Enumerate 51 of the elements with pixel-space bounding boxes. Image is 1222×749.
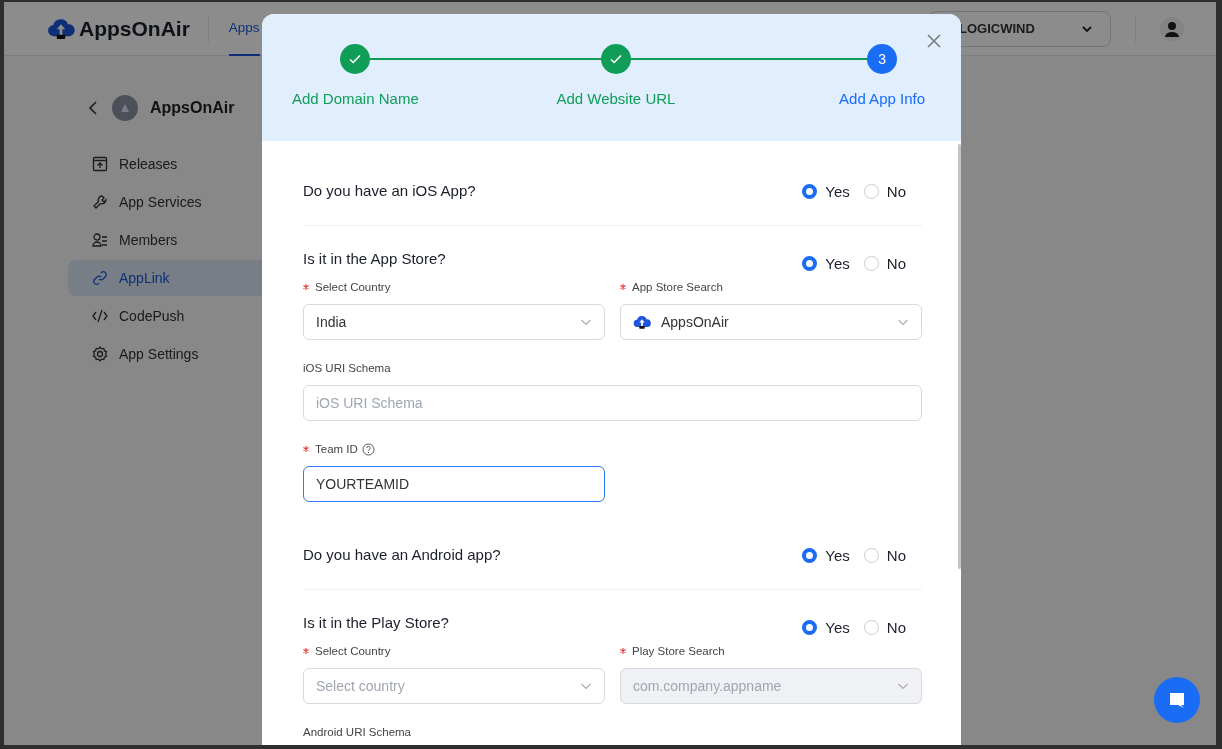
step-label: Add App Info — [839, 90, 925, 107]
settings-icon — [92, 346, 108, 362]
user-avatar[interactable] — [1160, 16, 1184, 41]
field-label: Team ID — [315, 443, 358, 455]
sidebar-item[interactable]: Releases — [68, 146, 288, 182]
step-label: Add Domain Name — [292, 90, 419, 107]
text-field[interactable]: iOS URI Schema — [303, 385, 922, 421]
sidebar-item[interactable]: CodePush — [68, 298, 288, 334]
radio-option[interactable]: No — [863, 182, 906, 200]
question-text: Is it in the Play Store? — [303, 613, 449, 633]
question-text: Is it in the App Store? — [303, 249, 446, 269]
logo-text: AppsOnAir — [79, 16, 190, 41]
radio-option[interactable]: No — [863, 618, 906, 636]
close-icon[interactable] — [927, 34, 941, 48]
upload-box-icon — [92, 156, 108, 172]
field-label: Select Country — [315, 645, 391, 657]
cloud-upload-icon — [47, 18, 75, 39]
radio-option[interactable]: No — [863, 546, 906, 564]
field-label: Select Country — [315, 281, 391, 293]
app-icon — [112, 95, 138, 121]
field-label: Android URI Schema — [303, 726, 412, 738]
radio-option[interactable]: Yes — [802, 182, 850, 200]
cloud-upload-icon — [633, 315, 651, 329]
members-icon — [92, 232, 108, 248]
select-field[interactable]: AppsOnAir — [620, 304, 922, 340]
question-text: Do you have an Android app? — [303, 545, 501, 565]
scrollbar[interactable] — [958, 144, 961, 569]
field-label: Play Store Search — [632, 645, 725, 657]
radio-option[interactable]: Yes — [802, 546, 850, 564]
sidebar-item[interactable]: App Settings — [68, 336, 288, 372]
question-text: Do you have an iOS App? — [303, 181, 476, 201]
nav-tab[interactable]: Apps — [228, 2, 260, 56]
radio-option[interactable]: Yes — [802, 254, 850, 272]
back-icon[interactable] — [88, 101, 98, 115]
sidebar-item[interactable]: App Services — [68, 184, 288, 220]
help-icon[interactable] — [361, 442, 375, 456]
step-number: 3 — [867, 44, 898, 74]
sidebar-item[interactable]: Members — [68, 222, 288, 258]
field-label: App Store Search — [632, 281, 723, 293]
select-field[interactable]: India — [303, 304, 605, 340]
chat-button[interactable] — [1154, 677, 1200, 723]
chat-bubble-icon — [1167, 690, 1187, 710]
radio-option[interactable]: No — [863, 254, 906, 272]
step-label: Add Website URL — [556, 90, 676, 107]
code-icon — [92, 308, 108, 324]
radio-option[interactable]: Yes — [802, 618, 850, 636]
text-field[interactable]: YOURTEAMID — [303, 466, 605, 502]
wrench-icon — [92, 194, 108, 210]
app-name: AppsOnAir — [150, 99, 235, 117]
field-label: iOS URI Schema — [303, 362, 391, 374]
link-icon — [92, 270, 108, 286]
